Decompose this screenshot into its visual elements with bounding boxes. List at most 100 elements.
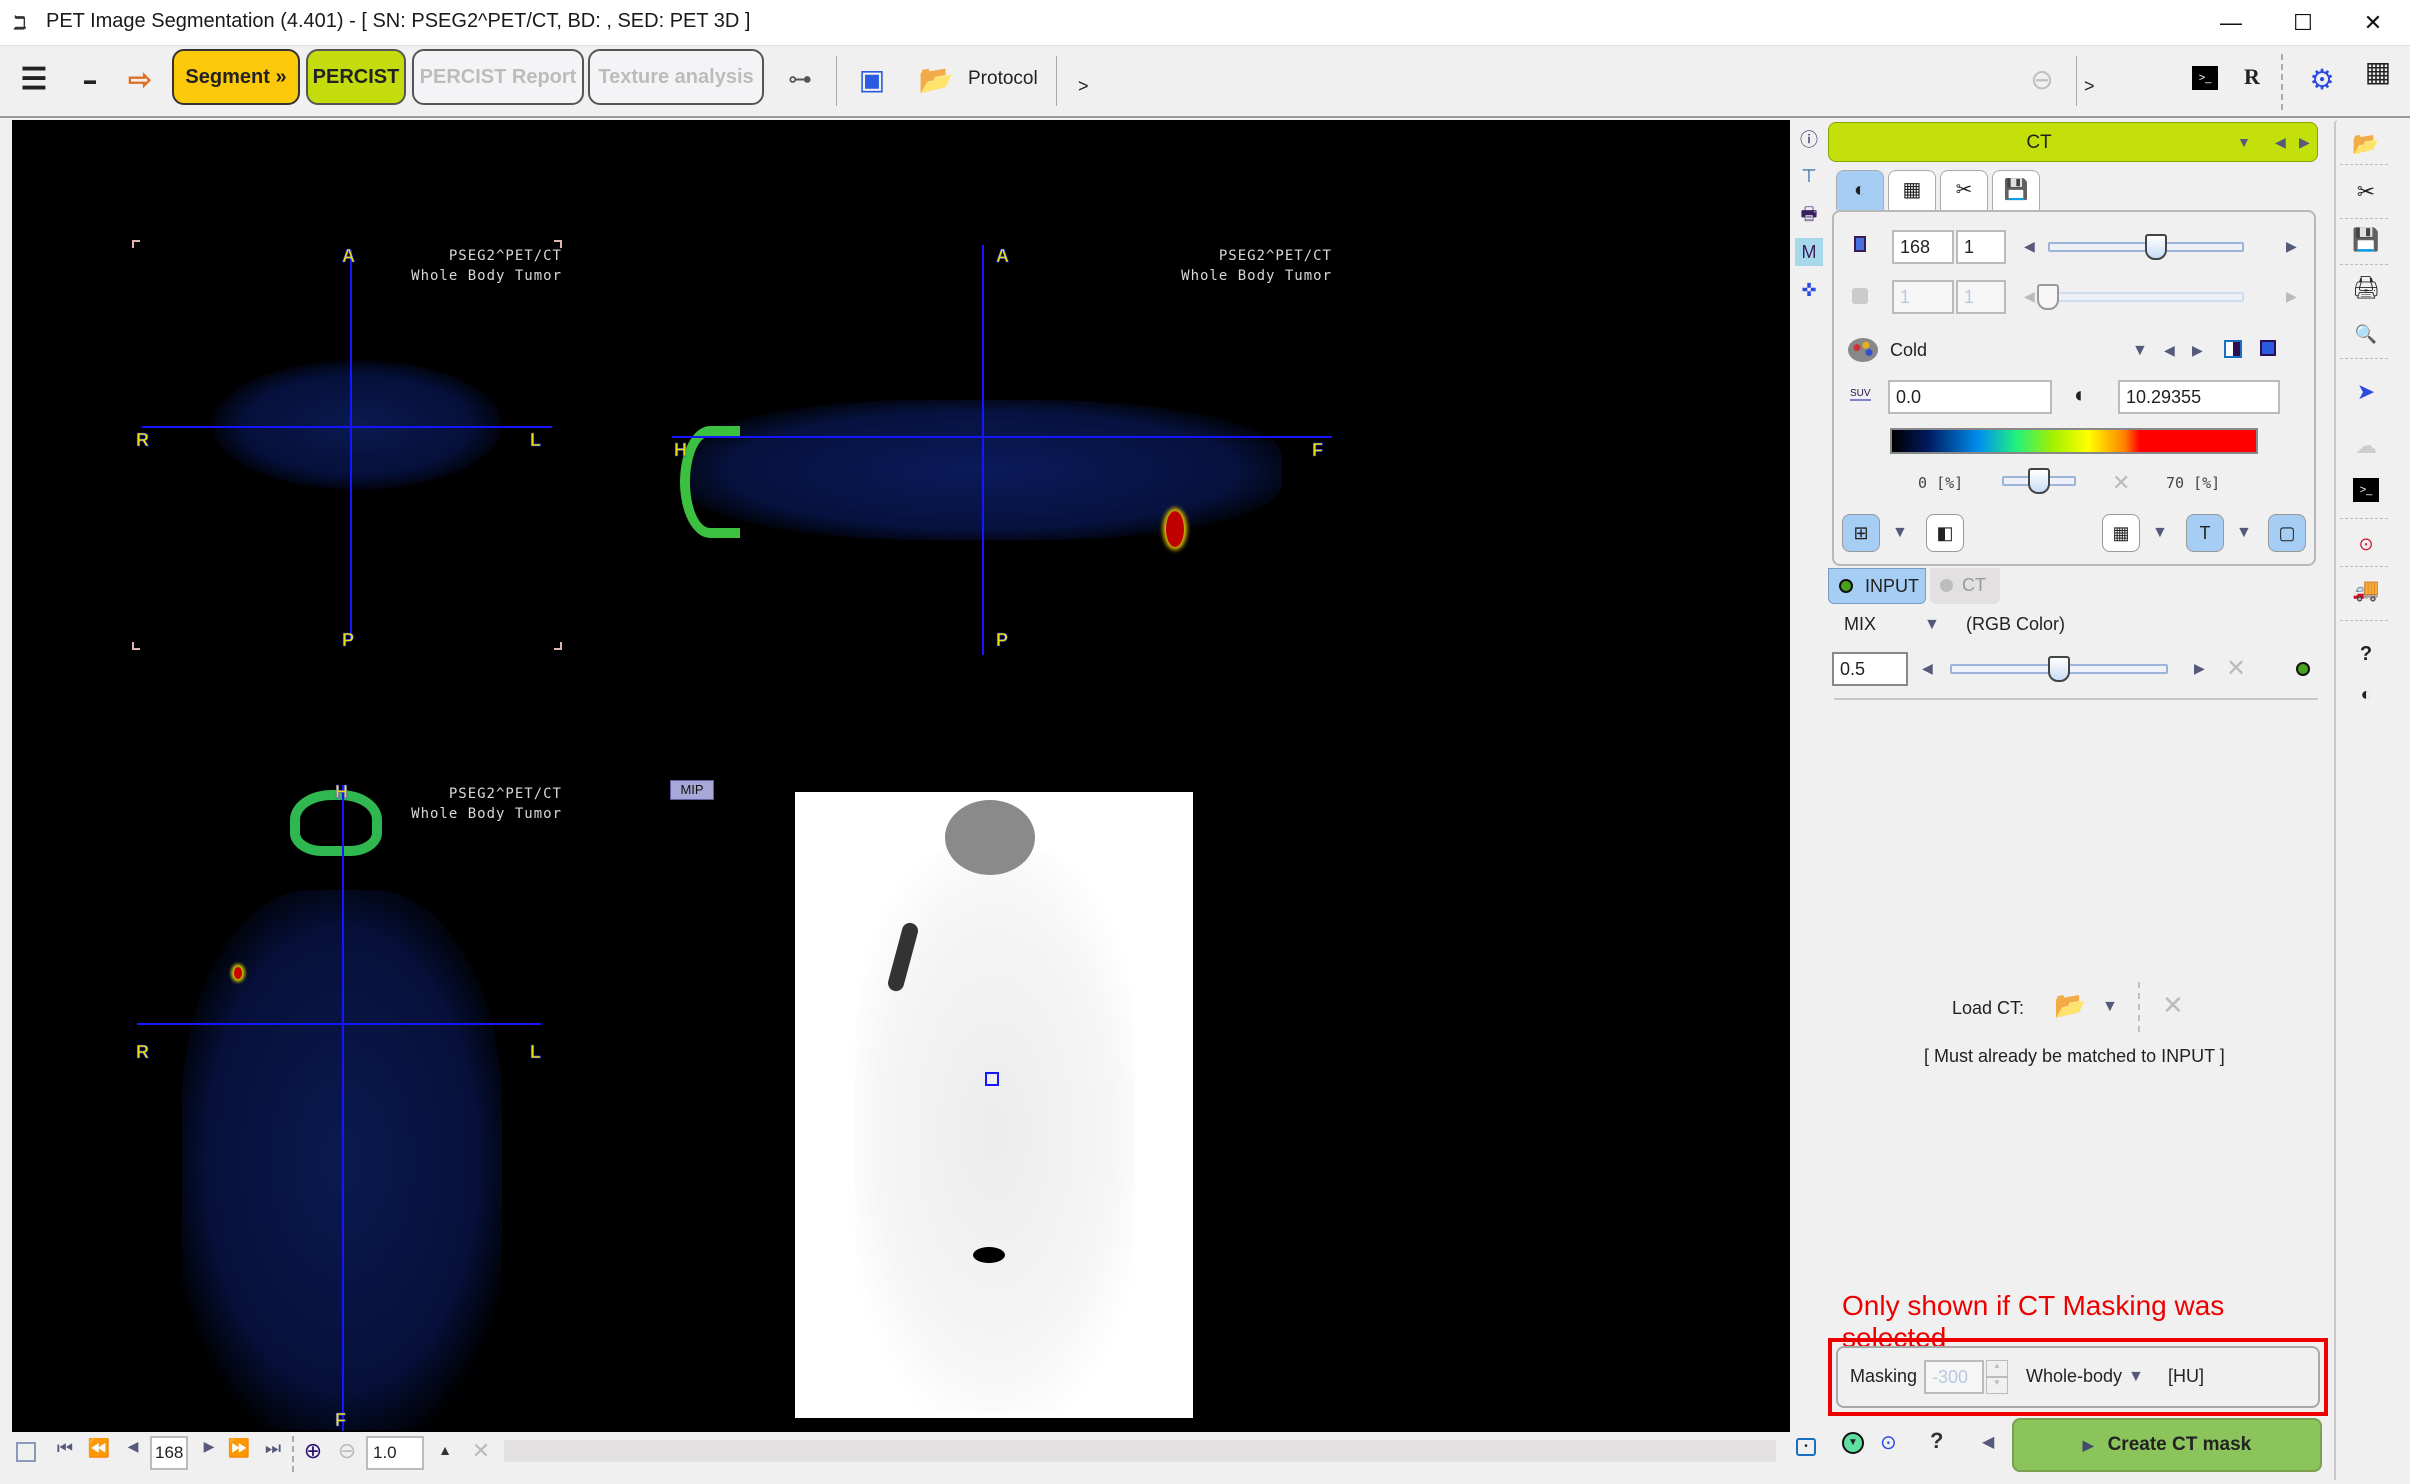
- reset-zoom-icon[interactable]: ✕: [468, 1438, 494, 1464]
- terminal-icon[interactable]: >_: [2353, 478, 2379, 502]
- zoom-input[interactable]: 1.0: [366, 1436, 424, 1470]
- first-slice-icon[interactable]: ⏮: [52, 1438, 78, 1459]
- load-data-icon[interactable]: ⇨: [120, 60, 160, 100]
- masking-decrement[interactable]: ▼: [1986, 1377, 2008, 1394]
- invert-colormap-icon[interactable]: [2224, 340, 2242, 358]
- masking-threshold-input[interactable]: -300: [1924, 1360, 1984, 1394]
- segment-button[interactable]: Segment »: [172, 49, 300, 105]
- masking-increment[interactable]: ▲: [1986, 1360, 2008, 1377]
- frame-slider[interactable]: [2048, 292, 2244, 302]
- tab-display[interactable]: ◐: [1836, 170, 1884, 210]
- slice-slider-thumb[interactable]: [2144, 234, 2167, 260]
- fill-button[interactable]: ▢: [2268, 514, 2306, 552]
- tab-input[interactable]: INPUT: [1828, 568, 1926, 604]
- percist-report-button[interactable]: PERCIST Report: [412, 49, 584, 105]
- colormap-dropdown-icon[interactable]: ▼: [2132, 342, 2148, 360]
- fusion-mode-dropdown-icon[interactable]: ▼: [1924, 616, 1940, 634]
- open-icon[interactable]: 📂: [2346, 126, 2386, 162]
- print-icon[interactable]: 🖶: [1795, 200, 1823, 228]
- palette-icon[interactable]: [1848, 338, 1878, 362]
- axial-viewport[interactable]: A P R L PSEG2^PET/CT Whole Body Tumor: [122, 230, 562, 650]
- slice-next-icon[interactable]: ▶: [2286, 238, 2297, 255]
- sagittal-viewport[interactable]: A P H F PSEG2^PET/CT Whole Body Tumor: [652, 230, 1352, 660]
- image-viewer[interactable]: A P R L PSEG2^PET/CT Whole Body Tumor A …: [12, 120, 1790, 1432]
- console-icon[interactable]: >_: [2192, 66, 2218, 90]
- create-ct-mask-button[interactable]: ▶ Create CT mask: [2012, 1418, 2322, 1472]
- fast-forward-icon[interactable]: ⏩: [226, 1438, 252, 1459]
- zoom-in-icon[interactable]: ⊕: [300, 1438, 326, 1464]
- min-value-input[interactable]: 0.0: [1888, 380, 2052, 414]
- colormap-previous-icon[interactable]: ◀: [2164, 342, 2175, 359]
- suv-unit-icon[interactable]: SUV: [1850, 388, 1871, 401]
- slice-input[interactable]: 168: [150, 1436, 188, 1470]
- masking-region-dropdown-icon[interactable]: ▼: [2128, 1368, 2144, 1386]
- protocol-label[interactable]: Protocol: [968, 68, 1038, 90]
- grid-dropdown-icon[interactable]: ▼: [2152, 524, 2168, 542]
- markers-icon[interactable]: M: [1795, 238, 1823, 266]
- colormap-next-icon[interactable]: ▶: [2192, 342, 2203, 359]
- 3d-colormap-icon[interactable]: [2260, 340, 2276, 356]
- slice-step-input[interactable]: 1: [1956, 230, 2006, 264]
- save-protocol-icon[interactable]: ▣: [852, 60, 892, 100]
- mip-label[interactable]: MIP: [670, 780, 714, 800]
- minimize-toolbar-icon[interactable]: ▬: [70, 60, 110, 100]
- mix-next-icon[interactable]: ▶: [2194, 660, 2205, 677]
- close-button[interactable]: ✕: [2338, 4, 2408, 42]
- previous-step-icon[interactable]: ◀: [1982, 1432, 1994, 1452]
- previous-series-icon[interactable]: ◀: [2275, 134, 2286, 151]
- tab-layout[interactable]: ▦: [1888, 170, 1936, 210]
- gamma-slider-thumb[interactable]: [2028, 468, 2050, 494]
- print-report-icon[interactable]: 🖨: [2346, 270, 2386, 306]
- last-slice-icon[interactable]: ⏭: [260, 1438, 286, 1459]
- frame-next-icon[interactable]: ▶: [2286, 288, 2297, 305]
- frame-slider-thumb[interactable]: [2037, 284, 2059, 310]
- zoom-up-icon[interactable]: ▲: [432, 1442, 458, 1458]
- frame-number-input[interactable]: 1: [1892, 280, 1954, 314]
- grid-button[interactable]: ▦: [2102, 514, 2140, 552]
- percist-button[interactable]: PERCIST: [306, 49, 406, 105]
- crosshair-icon[interactable]: ✜: [1795, 276, 1823, 304]
- mask-display-button[interactable]: ◧: [1926, 514, 1964, 552]
- snapshot-icon[interactable]: •: [1796, 1438, 1816, 1456]
- more-tools-left[interactable]: >: [1078, 76, 1089, 97]
- stop-icon[interactable]: ⊖: [2022, 60, 2062, 100]
- next-slice-icon[interactable]: ▶: [196, 1438, 222, 1455]
- text-overlay-button[interactable]: T: [2186, 514, 2224, 552]
- coronal-viewport[interactable]: H F R L PSEG2^PET/CT Whole Body Tumor: [122, 770, 562, 1432]
- color-bar[interactable]: [1890, 428, 2258, 454]
- info-icon[interactable]: ⓘ: [1795, 126, 1823, 154]
- frame-previous-icon[interactable]: ◀: [2024, 288, 2035, 305]
- cloud-icon[interactable]: ☁: [2346, 428, 2386, 464]
- fast-back-icon[interactable]: ⏪: [86, 1438, 112, 1459]
- mip-viewport[interactable]: [795, 792, 1193, 1418]
- r-console-icon[interactable]: R: [2244, 64, 2260, 90]
- colormap-label[interactable]: Cold: [1890, 340, 1927, 361]
- series-selector[interactable]: CT ▼ ◀ ▶: [1828, 122, 2318, 162]
- mix-previous-icon[interactable]: ◀: [1922, 660, 1933, 677]
- clear-ct-icon[interactable]: ✕: [2162, 990, 2184, 1021]
- overlay-mode-dropdown-icon[interactable]: ▼: [1892, 524, 1908, 542]
- help-icon[interactable]: ?: [2346, 636, 2386, 672]
- load-ct-folder-icon[interactable]: 📂: [2054, 990, 2086, 1021]
- more-tools-right[interactable]: >: [2084, 76, 2095, 97]
- next-series-icon[interactable]: ▶: [2299, 134, 2310, 151]
- tab-ct[interactable]: CT: [1930, 568, 2000, 604]
- tab-save[interactable]: 💾: [1992, 170, 2040, 210]
- cut-icon[interactable]: ✂: [2346, 174, 2386, 210]
- texture-analysis-button[interactable]: Texture analysis: [588, 49, 764, 105]
- save-icon[interactable]: 💾: [2346, 222, 2386, 258]
- minimize-button[interactable]: —: [2196, 4, 2266, 42]
- mix-slider-thumb[interactable]: [2048, 656, 2070, 682]
- link-icon[interactable]: ⊶: [780, 60, 820, 100]
- target-tool-icon[interactable]: ⊙: [2346, 526, 2386, 562]
- layout-icon[interactable]: ▦: [2358, 52, 2398, 92]
- max-value-input[interactable]: 10.29355: [2118, 380, 2280, 414]
- status-icon[interactable]: ▼: [1842, 1432, 1864, 1454]
- menu-icon[interactable]: ☰: [14, 60, 54, 100]
- text-overlay-dropdown-icon[interactable]: ▼: [2236, 524, 2252, 542]
- reset-mix-icon[interactable]: ✕: [2226, 654, 2246, 683]
- send-icon[interactable]: ➤: [2346, 374, 2386, 410]
- inspect-icon[interactable]: 🔍: [2346, 316, 2386, 352]
- previous-slice-icon[interactable]: ◀: [120, 1438, 146, 1455]
- load-ct-dropdown-icon[interactable]: ▼: [2102, 998, 2118, 1016]
